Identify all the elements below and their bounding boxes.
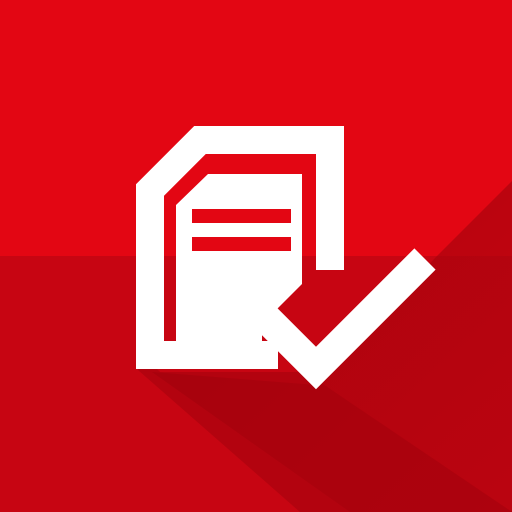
document-line: [192, 209, 291, 223]
app-icon: [0, 0, 512, 512]
document-line: [192, 237, 291, 251]
document-check-icon: [0, 0, 512, 512]
